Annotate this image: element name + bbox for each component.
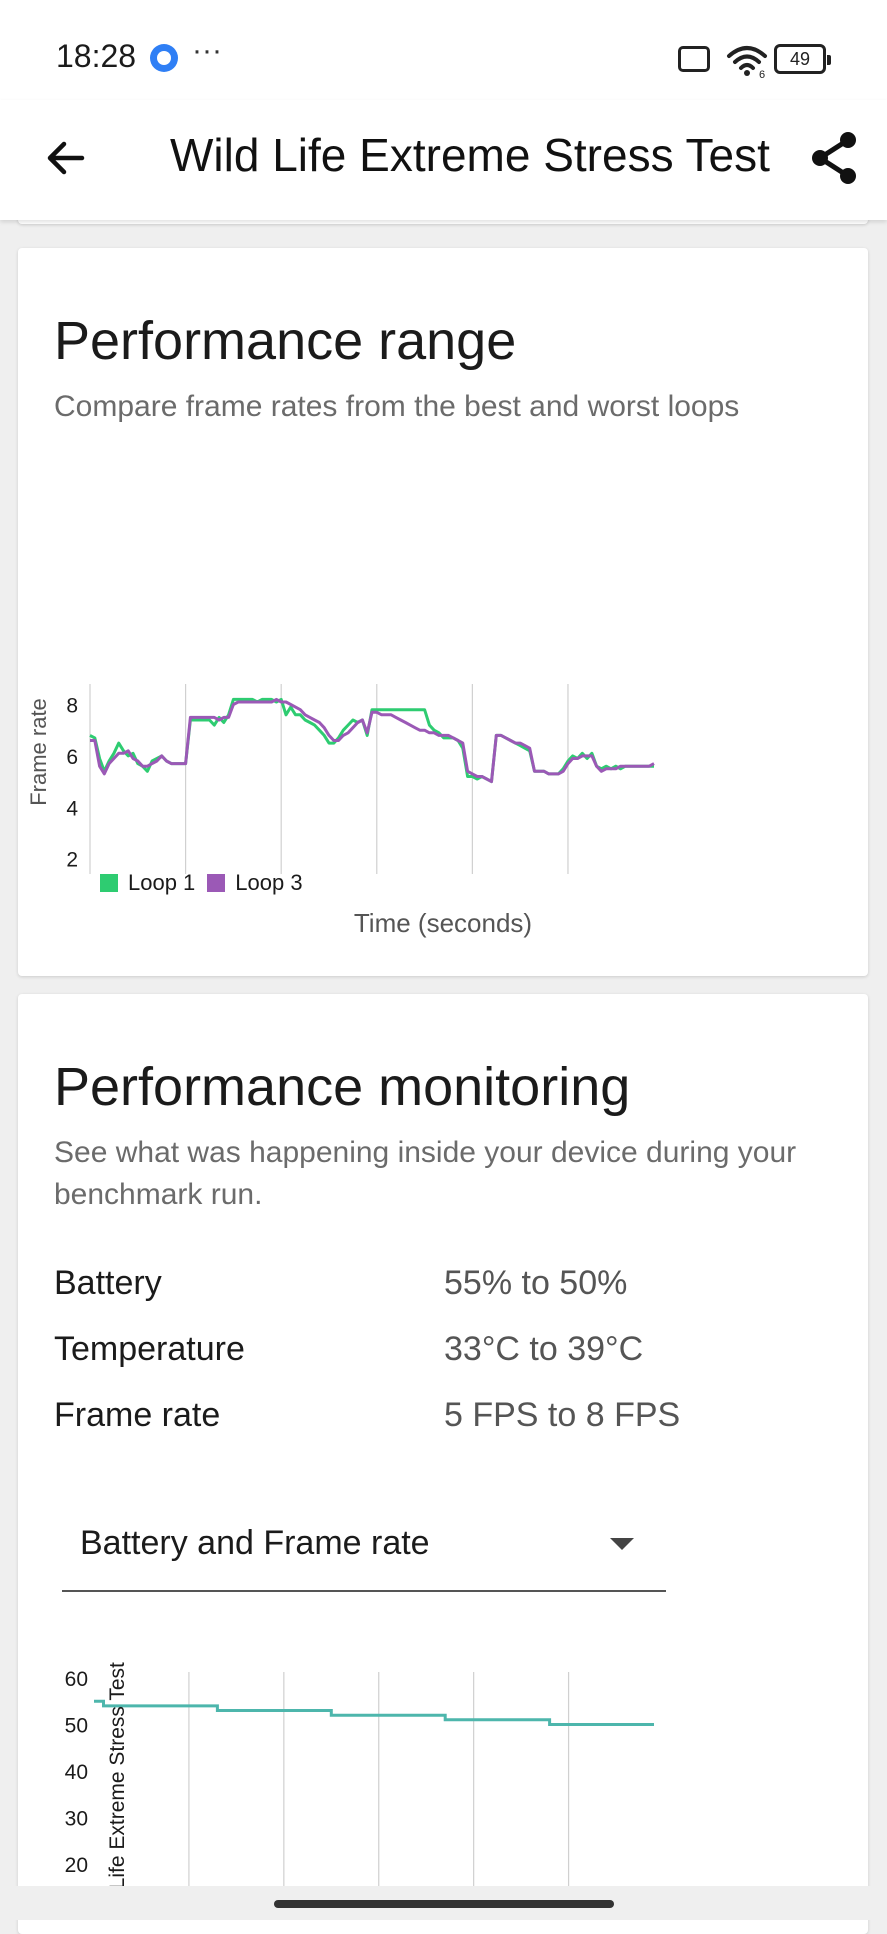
- chart-legend: Loop 1 Loop 3: [100, 870, 315, 896]
- metric-value: 55% to 50%: [444, 1264, 628, 1302]
- performance-monitoring-card: Performance monitoring See what was happ…: [18, 994, 868, 1934]
- y-axis-title: Wild Life Extreme Stress Test: [106, 1662, 129, 1894]
- performance-range-title: Performance range: [54, 311, 517, 371]
- status-bar: 18:28 ··· 6 49: [0, 0, 887, 100]
- y-tick-label: 60: [65, 1668, 88, 1691]
- share-icon[interactable]: [808, 130, 860, 186]
- gesture-nav-bar: [0, 1886, 887, 1920]
- series-line-loop-3: [90, 697, 655, 784]
- legend-swatch-loop-1: [100, 874, 118, 892]
- network-type: 6: [759, 69, 765, 78]
- notification-icon: [150, 44, 178, 72]
- legend-label-loop-3: Loop 3: [235, 870, 303, 895]
- dropdown-arrow-icon: [610, 1538, 634, 1550]
- y-tick-label: 30: [65, 1808, 88, 1831]
- y-axis-title: Frame rate: [26, 698, 51, 806]
- back-arrow-icon[interactable]: [40, 132, 92, 184]
- chart-selector-dropdown[interactable]: Battery and Frame rate: [62, 1498, 666, 1592]
- legend-label-loop-1: Loop 1: [128, 870, 196, 895]
- metric-label: Temperature: [54, 1330, 245, 1368]
- metrics-list: Battery 55% to 50% Temperature 33°C to 3…: [54, 1264, 844, 1462]
- y-tick-label: 6: [66, 746, 78, 769]
- performance-monitoring-title: Performance monitoring: [54, 1057, 631, 1117]
- metric-label: Frame rate: [54, 1396, 221, 1434]
- more-notifications-icon: ···: [192, 34, 222, 67]
- battery-icon: 49: [774, 44, 831, 74]
- performance-range-subtitle: Compare frame rates from the best and wo…: [54, 390, 740, 423]
- metric-row-temperature: Temperature 33°C to 39°C: [54, 1330, 844, 1396]
- frame-rate-chart: 0102030405002468 Frame rate: [26, 684, 655, 874]
- performance-monitoring-subtitle: See what was happening inside your devic…: [54, 1136, 797, 1211]
- status-time: 18:28: [56, 38, 137, 74]
- y-tick-label: 50: [65, 1715, 88, 1738]
- legend-swatch-loop-3: [207, 874, 226, 892]
- y-tick-label: 8: [66, 695, 78, 718]
- series-line-battery: [94, 1699, 654, 1726]
- y-tick-label: 2: [66, 849, 78, 872]
- dropdown-selected-value: Battery and Frame rate: [80, 1524, 430, 1562]
- page-title: Wild Life Extreme Stress Test: [170, 129, 770, 181]
- y-tick-label: 40: [65, 1761, 88, 1784]
- x-axis-title: Time (seconds): [353, 908, 533, 938]
- metric-value: 33°C to 39°C: [444, 1330, 644, 1368]
- performance-range-card: Performance range Compare frame rates fr…: [18, 248, 868, 976]
- wifi-icon: 6: [727, 46, 767, 78]
- y-tick-label: 4: [66, 797, 78, 820]
- metric-row-battery: Battery 55% to 50%: [54, 1264, 844, 1330]
- y-tick-label: 20: [65, 1854, 88, 1877]
- home-indicator[interactable]: [274, 1900, 614, 1908]
- metric-label: Battery: [54, 1264, 162, 1302]
- app-bar: Wild Life Extreme Stress Test: [0, 100, 887, 220]
- no-sim-icon: [678, 46, 710, 72]
- metric-value: 5 FPS to 8 FPS: [444, 1396, 681, 1434]
- metric-row-frame-rate: Frame rate 5 FPS to 8 FPS: [54, 1396, 844, 1462]
- battery-chart: 20 30 40 50 60 Wild Life Extreme Stress Test: [65, 1662, 654, 1894]
